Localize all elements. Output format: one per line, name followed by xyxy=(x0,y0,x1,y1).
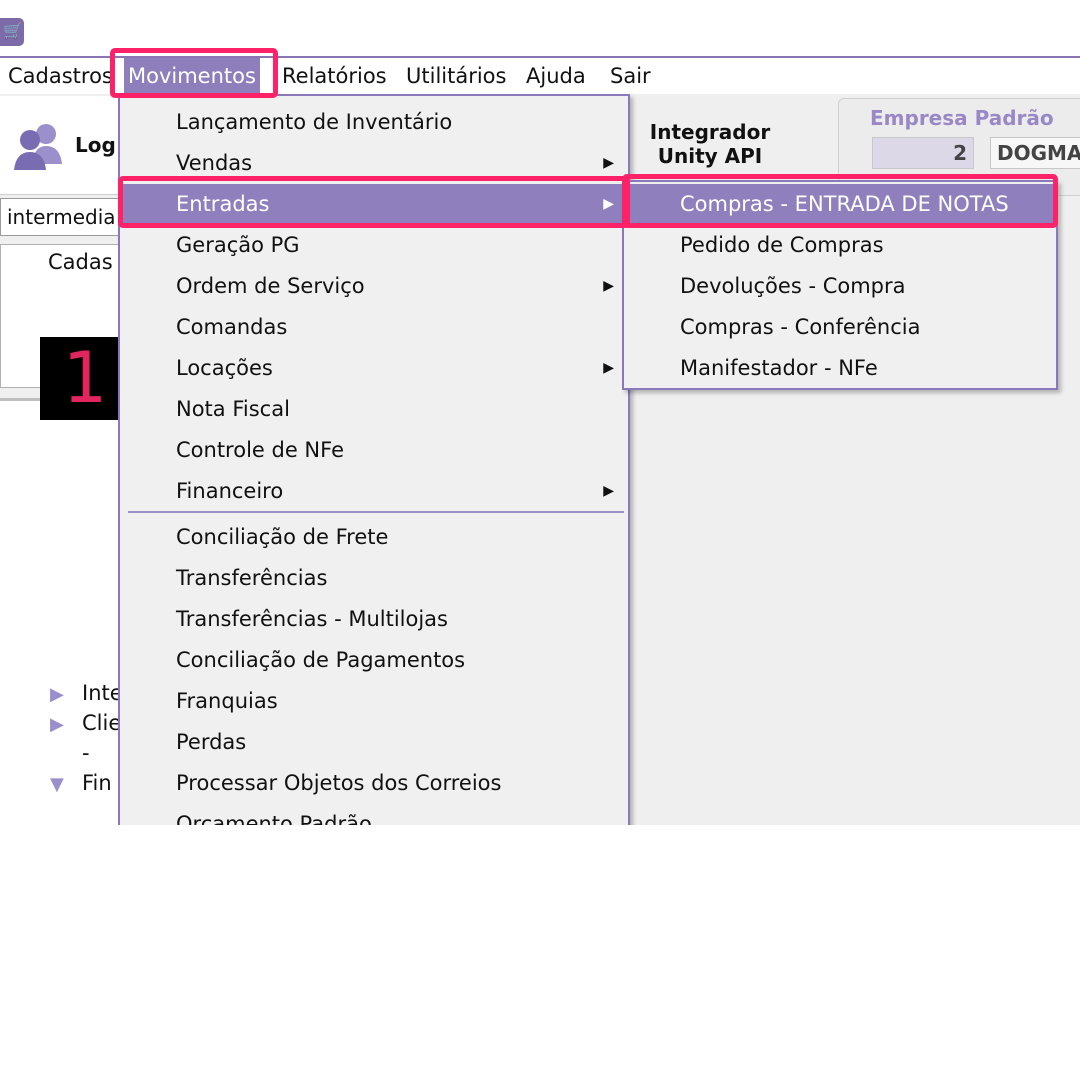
menu-item-conciliacao-frete[interactable]: Conciliação de Frete xyxy=(120,517,628,557)
menu-item-label: Controle de NFe xyxy=(176,438,344,462)
menu-item-lancamento-inventario[interactable]: Lançamento de Inventário xyxy=(120,102,628,142)
submenu-arrow-icon: ▶ xyxy=(603,196,614,212)
cart-icon: 🛒 xyxy=(0,18,24,46)
movimentos-dropdown: Lançamento de Inventário Vendas ▶ Entrada… xyxy=(118,94,630,825)
submenu-item-label: Pedido de Compras xyxy=(680,233,884,257)
menu-item-perdas[interactable]: Perdas xyxy=(120,722,628,762)
tree-item[interactable]: ▶ Clie xyxy=(50,709,121,737)
menu-item-controle-nfe[interactable]: Controle de NFe xyxy=(120,430,628,470)
submenu-item-label: Devoluções - Compra xyxy=(680,274,906,298)
menu-item-label: Processar Objetos dos Correios xyxy=(176,771,502,795)
step-badge: 1 xyxy=(40,337,130,420)
empresa-number-field[interactable]: 2 xyxy=(872,137,974,169)
app-window: 🛒 Cadastros Movimentos Relatórios Utilit… xyxy=(0,0,1080,825)
empresa-name-field[interactable]: DOGMA xyxy=(990,137,1080,169)
title-bar: 🛒 xyxy=(0,0,1080,58)
menu-item-locacoes[interactable]: Locações ▶ xyxy=(120,348,628,388)
menu-item-label: Nota Fiscal xyxy=(176,397,290,421)
menu-item-vendas[interactable]: Vendas ▶ xyxy=(120,143,628,183)
triangle-right-icon: ▶ xyxy=(50,684,64,705)
menu-item-nota-fiscal[interactable]: Nota Fiscal xyxy=(120,389,628,429)
triangle-right-icon: ▶ xyxy=(50,714,64,735)
menu-item-entradas[interactable]: Entradas ▶ xyxy=(120,184,628,224)
menu-cadastros[interactable]: Cadastros xyxy=(4,58,117,94)
submenu-arrow-icon: ▶ xyxy=(603,155,614,171)
menu-item-label: Conciliação de Frete xyxy=(176,525,389,549)
tree-item[interactable]: ▼ Fin xyxy=(50,769,112,797)
menu-item-label: Locações xyxy=(176,356,273,380)
menu-item-geracao-pg[interactable]: Geração PG xyxy=(120,225,628,265)
menu-item-label: Ordem de Serviço xyxy=(176,274,365,298)
tree-item-label: - xyxy=(82,741,90,765)
menu-item-label: Comandas xyxy=(176,315,288,339)
users-icon xyxy=(14,124,62,170)
menu-item-label: Financeiro xyxy=(176,479,284,503)
submenu-item-devolucoes-compra[interactable]: Devoluções - Compra xyxy=(624,266,1056,306)
menu-item-label: Perdas xyxy=(176,730,247,754)
menu-sair[interactable]: Sair xyxy=(606,58,655,94)
integrador-line1: Integrador xyxy=(649,120,771,144)
tree-item[interactable]: ▶ Inte xyxy=(50,679,123,707)
submenu-arrow-icon: ▶ xyxy=(603,278,614,294)
menu-item-franquias[interactable]: Franquias xyxy=(120,681,628,721)
menu-relatorios[interactable]: Relatórios xyxy=(278,58,391,94)
submenu-item-label: Compras - Conferência xyxy=(680,315,921,339)
submenu-item-compras-entrada-notas[interactable]: Compras - ENTRADA DE NOTAS xyxy=(624,184,1056,224)
menu-item-comandas[interactable]: Comandas xyxy=(120,307,628,347)
submenu-arrow-icon: ▶ xyxy=(603,360,614,376)
menu-ajuda[interactable]: Ajuda xyxy=(522,58,590,94)
submenu-item-label: Compras - ENTRADA DE NOTAS xyxy=(680,192,1009,216)
integrador-line2: Unity API xyxy=(657,144,763,168)
menu-item-label: Transferências xyxy=(176,566,328,590)
menu-movimentos[interactable]: Movimentos xyxy=(124,58,260,94)
menu-utilitarios[interactable]: Utilitários xyxy=(402,58,510,94)
menu-item-conciliacao-pagamentos[interactable]: Conciliação de Pagamentos xyxy=(120,640,628,680)
menu-item-label: Lançamento de Inventário xyxy=(176,110,453,134)
menu-item-financeiro[interactable]: Financeiro ▶ xyxy=(120,471,628,511)
menu-item-transferencias-multilojas[interactable]: Transferências - Multilojas xyxy=(120,599,628,639)
tree-item-label: Fin xyxy=(82,771,112,795)
submenu-item-compras-conferencia[interactable]: Compras - Conferência xyxy=(624,307,1056,347)
menu-item-label: Transferências - Multilojas xyxy=(176,607,448,631)
tree-item: - xyxy=(50,739,90,767)
submenu-arrow-icon: ▶ xyxy=(603,483,614,499)
menu-item-label: Entradas xyxy=(176,192,270,216)
menu-separator xyxy=(128,511,624,513)
submenu-item-pedido-compras[interactable]: Pedido de Compras xyxy=(624,225,1056,265)
user-label: Log xyxy=(75,133,116,157)
submenu-item-label: Manifestador - NFe xyxy=(680,356,878,380)
menu-item-label: Franquias xyxy=(176,689,278,713)
tree-item-label: Inte xyxy=(82,681,123,705)
submenu-item-manifestador-nfe[interactable]: Manifestador - NFe xyxy=(624,348,1056,388)
menu-item-label: Orçamento Padrão xyxy=(176,812,372,825)
entradas-submenu: Compras - ENTRADA DE NOTAS Pedido de Com… xyxy=(622,180,1058,390)
integrador-label: Integrador Unity API xyxy=(630,120,790,168)
triangle-down-icon: ▼ xyxy=(50,774,64,795)
empresa-label: Empresa Padrão xyxy=(870,106,1054,130)
panel-label: Cadas xyxy=(48,250,113,274)
menu-item-label: Conciliação de Pagamentos xyxy=(176,648,466,672)
menu-item-transferencias[interactable]: Transferências xyxy=(120,558,628,598)
menu-item-ordem-servico[interactable]: Ordem de Serviço ▶ xyxy=(120,266,628,306)
menu-item-orcamento-padrao[interactable]: Orçamento Padrão xyxy=(120,804,628,825)
menu-item-label: Geração PG xyxy=(176,233,300,257)
menu-item-label: Vendas xyxy=(176,151,253,175)
tree-item-label: Clie xyxy=(82,711,122,735)
menu-bar: Cadastros Movimentos Relatórios Utilitár… xyxy=(0,58,1080,94)
menu-item-processar-correios[interactable]: Processar Objetos dos Correios xyxy=(120,763,628,803)
